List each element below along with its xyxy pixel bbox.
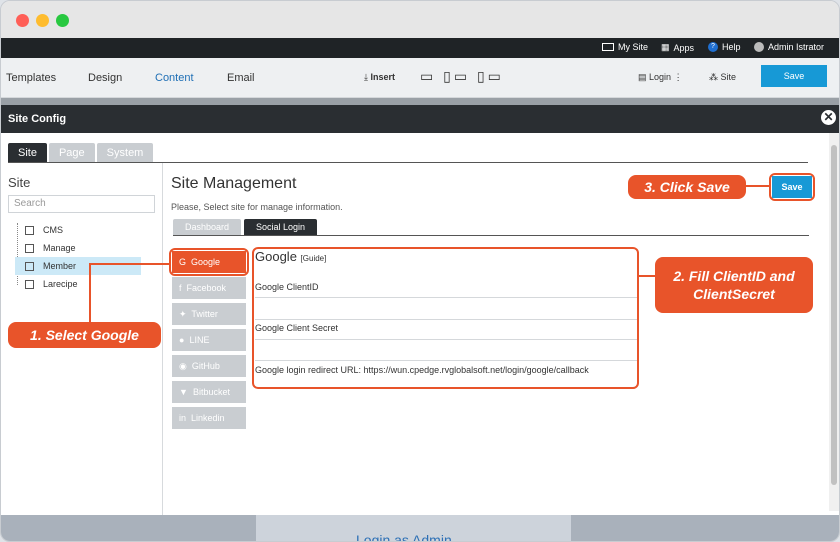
site-config-modal: Site Config ✕ Site Page System Site Sear… — [1, 105, 839, 515]
sidebar-item-member[interactable]: Member — [15, 257, 141, 275]
toolbar-save-button[interactable]: Save — [761, 65, 827, 87]
sidebar-title: Site — [8, 175, 31, 190]
tab-templates[interactable]: Templates — [6, 72, 56, 84]
device-preview-icons[interactable]: ▭ ▯▭ ▯▭ — [420, 68, 504, 85]
callout-click-save: 3. Click Save — [628, 175, 746, 199]
tab-content[interactable]: Content — [155, 72, 194, 84]
minimize-window-button[interactable] — [36, 14, 49, 27]
avatar-icon — [754, 42, 764, 52]
facebook-icon: f — [179, 283, 182, 293]
close-window-button[interactable] — [16, 14, 29, 27]
provider-line[interactable]: ● LINE — [172, 329, 246, 351]
apps-link[interactable]: ▦ Apps — [661, 42, 694, 53]
tab-email[interactable]: Email — [227, 72, 255, 84]
callout-select-google: 1. Select Google — [8, 322, 161, 348]
tab-design[interactable]: Design — [88, 72, 122, 84]
tab-site[interactable]: Site — [8, 143, 47, 163]
modal-tabs: Site Page System — [8, 143, 154, 163]
window-titlebar — [1, 1, 839, 38]
connector-line — [638, 275, 656, 277]
search-input[interactable]: Search — [8, 195, 155, 213]
user-menu[interactable]: Admin Istrator — [754, 42, 824, 52]
more-vertical-icon: ⋮ — [673, 72, 683, 82]
top-bar: My Site ▦ Apps ? Help Admin Istrator — [1, 38, 839, 58]
sitemap-icon: ⁂ — [709, 72, 718, 82]
google-highlight — [169, 248, 249, 276]
my-site-link[interactable]: My Site — [602, 42, 648, 52]
help-icon: ? — [708, 42, 718, 52]
editor-toolbar: Templates Design Content Email ⤓ Insert … — [1, 58, 839, 98]
page-preview-bottom: Login as Admin — [1, 515, 839, 541]
callout-fill-credentials: 2. Fill ClientID and ClientSecret — [655, 257, 813, 313]
file-icon — [25, 262, 34, 271]
bitbucket-icon: ▼ — [179, 387, 188, 397]
file-icon — [25, 280, 34, 289]
tab-system[interactable]: System — [96, 143, 154, 163]
save-highlight — [769, 173, 815, 201]
app-window: My Site ▦ Apps ? Help Admin Istrator Tem… — [0, 0, 840, 542]
connector-line — [744, 185, 770, 187]
modal-title: Site Config — [8, 113, 67, 125]
linkedin-icon: in — [179, 413, 187, 423]
page-subtitle: Please, Select site for manage informati… — [171, 202, 343, 212]
close-icon[interactable]: ✕ — [821, 110, 836, 125]
form-highlight — [252, 247, 639, 389]
site-menu[interactable]: ⁂ Site — [709, 72, 736, 83]
sidebar-item-cms[interactable]: CMS — [15, 221, 141, 239]
github-icon: ◉ — [179, 361, 187, 371]
twitter-icon: ✦ — [179, 309, 187, 319]
browser-icon — [602, 43, 614, 51]
page-title: Site Management — [171, 175, 297, 192]
file-icon — [25, 226, 34, 235]
tab-social-login[interactable]: Social Login — [244, 219, 318, 235]
scrollbar-thumb[interactable] — [831, 145, 837, 485]
insert-button[interactable]: ⤓ Insert — [364, 72, 395, 83]
tab-page[interactable]: Page — [48, 143, 95, 163]
chat-icon: ● — [179, 335, 185, 345]
provider-linkedin[interactable]: in Linkedin — [172, 407, 246, 429]
help-link[interactable]: ? Help — [708, 42, 741, 52]
site-subtabs: Dashboard Social Login — [173, 219, 318, 235]
provider-facebook[interactable]: f Facebook — [172, 277, 246, 299]
login-menu[interactable]: ▤ Login ⋮ — [638, 72, 683, 83]
sidebar-item-larecipe[interactable]: Larecipe — [15, 275, 141, 293]
download-icon: ⤓ — [364, 72, 368, 82]
login-as-admin-link[interactable]: Login as Admin — [356, 532, 452, 541]
connector-line — [89, 263, 169, 265]
provider-github[interactable]: ◉ GitHub — [172, 355, 246, 377]
provider-twitter[interactable]: ✦ Twitter — [172, 303, 246, 325]
sidebar-item-manage[interactable]: Manage — [15, 239, 141, 257]
document-icon: ▤ — [638, 72, 647, 82]
provider-bitbucket[interactable]: ▼ Bitbucket — [172, 381, 246, 403]
modal-scrollbar[interactable] — [829, 133, 839, 511]
login-panel: Login as Admin — [256, 515, 571, 541]
file-icon — [25, 244, 34, 253]
grid-icon: ▦ — [661, 42, 670, 52]
connector-line — [89, 263, 91, 323]
subtab-divider — [173, 235, 809, 236]
tab-dashboard[interactable]: Dashboard — [173, 219, 242, 235]
maximize-window-button[interactable] — [56, 14, 69, 27]
modal-header: Site Config ✕ — [1, 105, 839, 133]
